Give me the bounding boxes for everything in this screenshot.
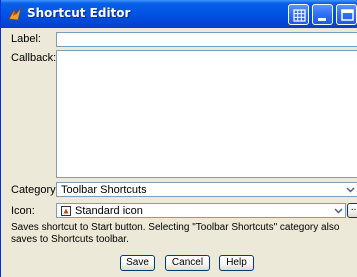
category-dropdown[interactable]: Toolbar Shortcuts <box>56 182 357 197</box>
cancel-button[interactable]: Cancel <box>165 255 210 271</box>
shortcut-editor-window: Shortcut Editor Label: Callback: Categor… <box>0 0 357 277</box>
title-bar[interactable]: Shortcut Editor <box>1 0 357 28</box>
category-selected-value: Toolbar Shortcuts <box>61 184 147 196</box>
label-field-label: Label: <box>11 33 41 45</box>
chevron-down-icon[interactable] <box>345 184 356 195</box>
help-text: Saves shortcut to Start button. Selectin… <box>11 222 340 245</box>
label-input[interactable] <box>56 32 357 47</box>
icon-dropdown[interactable]: Standard icon <box>56 203 346 218</box>
window-title: Shortcut Editor <box>27 6 131 20</box>
help-button[interactable]: Help <box>219 255 254 271</box>
icon-selected-value: Standard icon <box>75 205 143 217</box>
standard-icon <box>61 206 71 216</box>
callback-field-label: Callback: <box>11 52 57 64</box>
minimize-icon[interactable] <box>312 4 333 25</box>
maximize-icon[interactable] <box>336 4 357 25</box>
save-button[interactable]: Save <box>120 255 155 271</box>
callback-textarea[interactable] <box>56 50 357 178</box>
chevron-down-icon[interactable] <box>333 205 344 216</box>
category-field-label: Category: <box>11 184 59 196</box>
grid-icon[interactable] <box>288 4 309 25</box>
browse-icon-button[interactable]: ... <box>347 203 357 218</box>
matlab-icon <box>7 6 23 22</box>
icon-field-label: Icon: <box>11 205 35 217</box>
